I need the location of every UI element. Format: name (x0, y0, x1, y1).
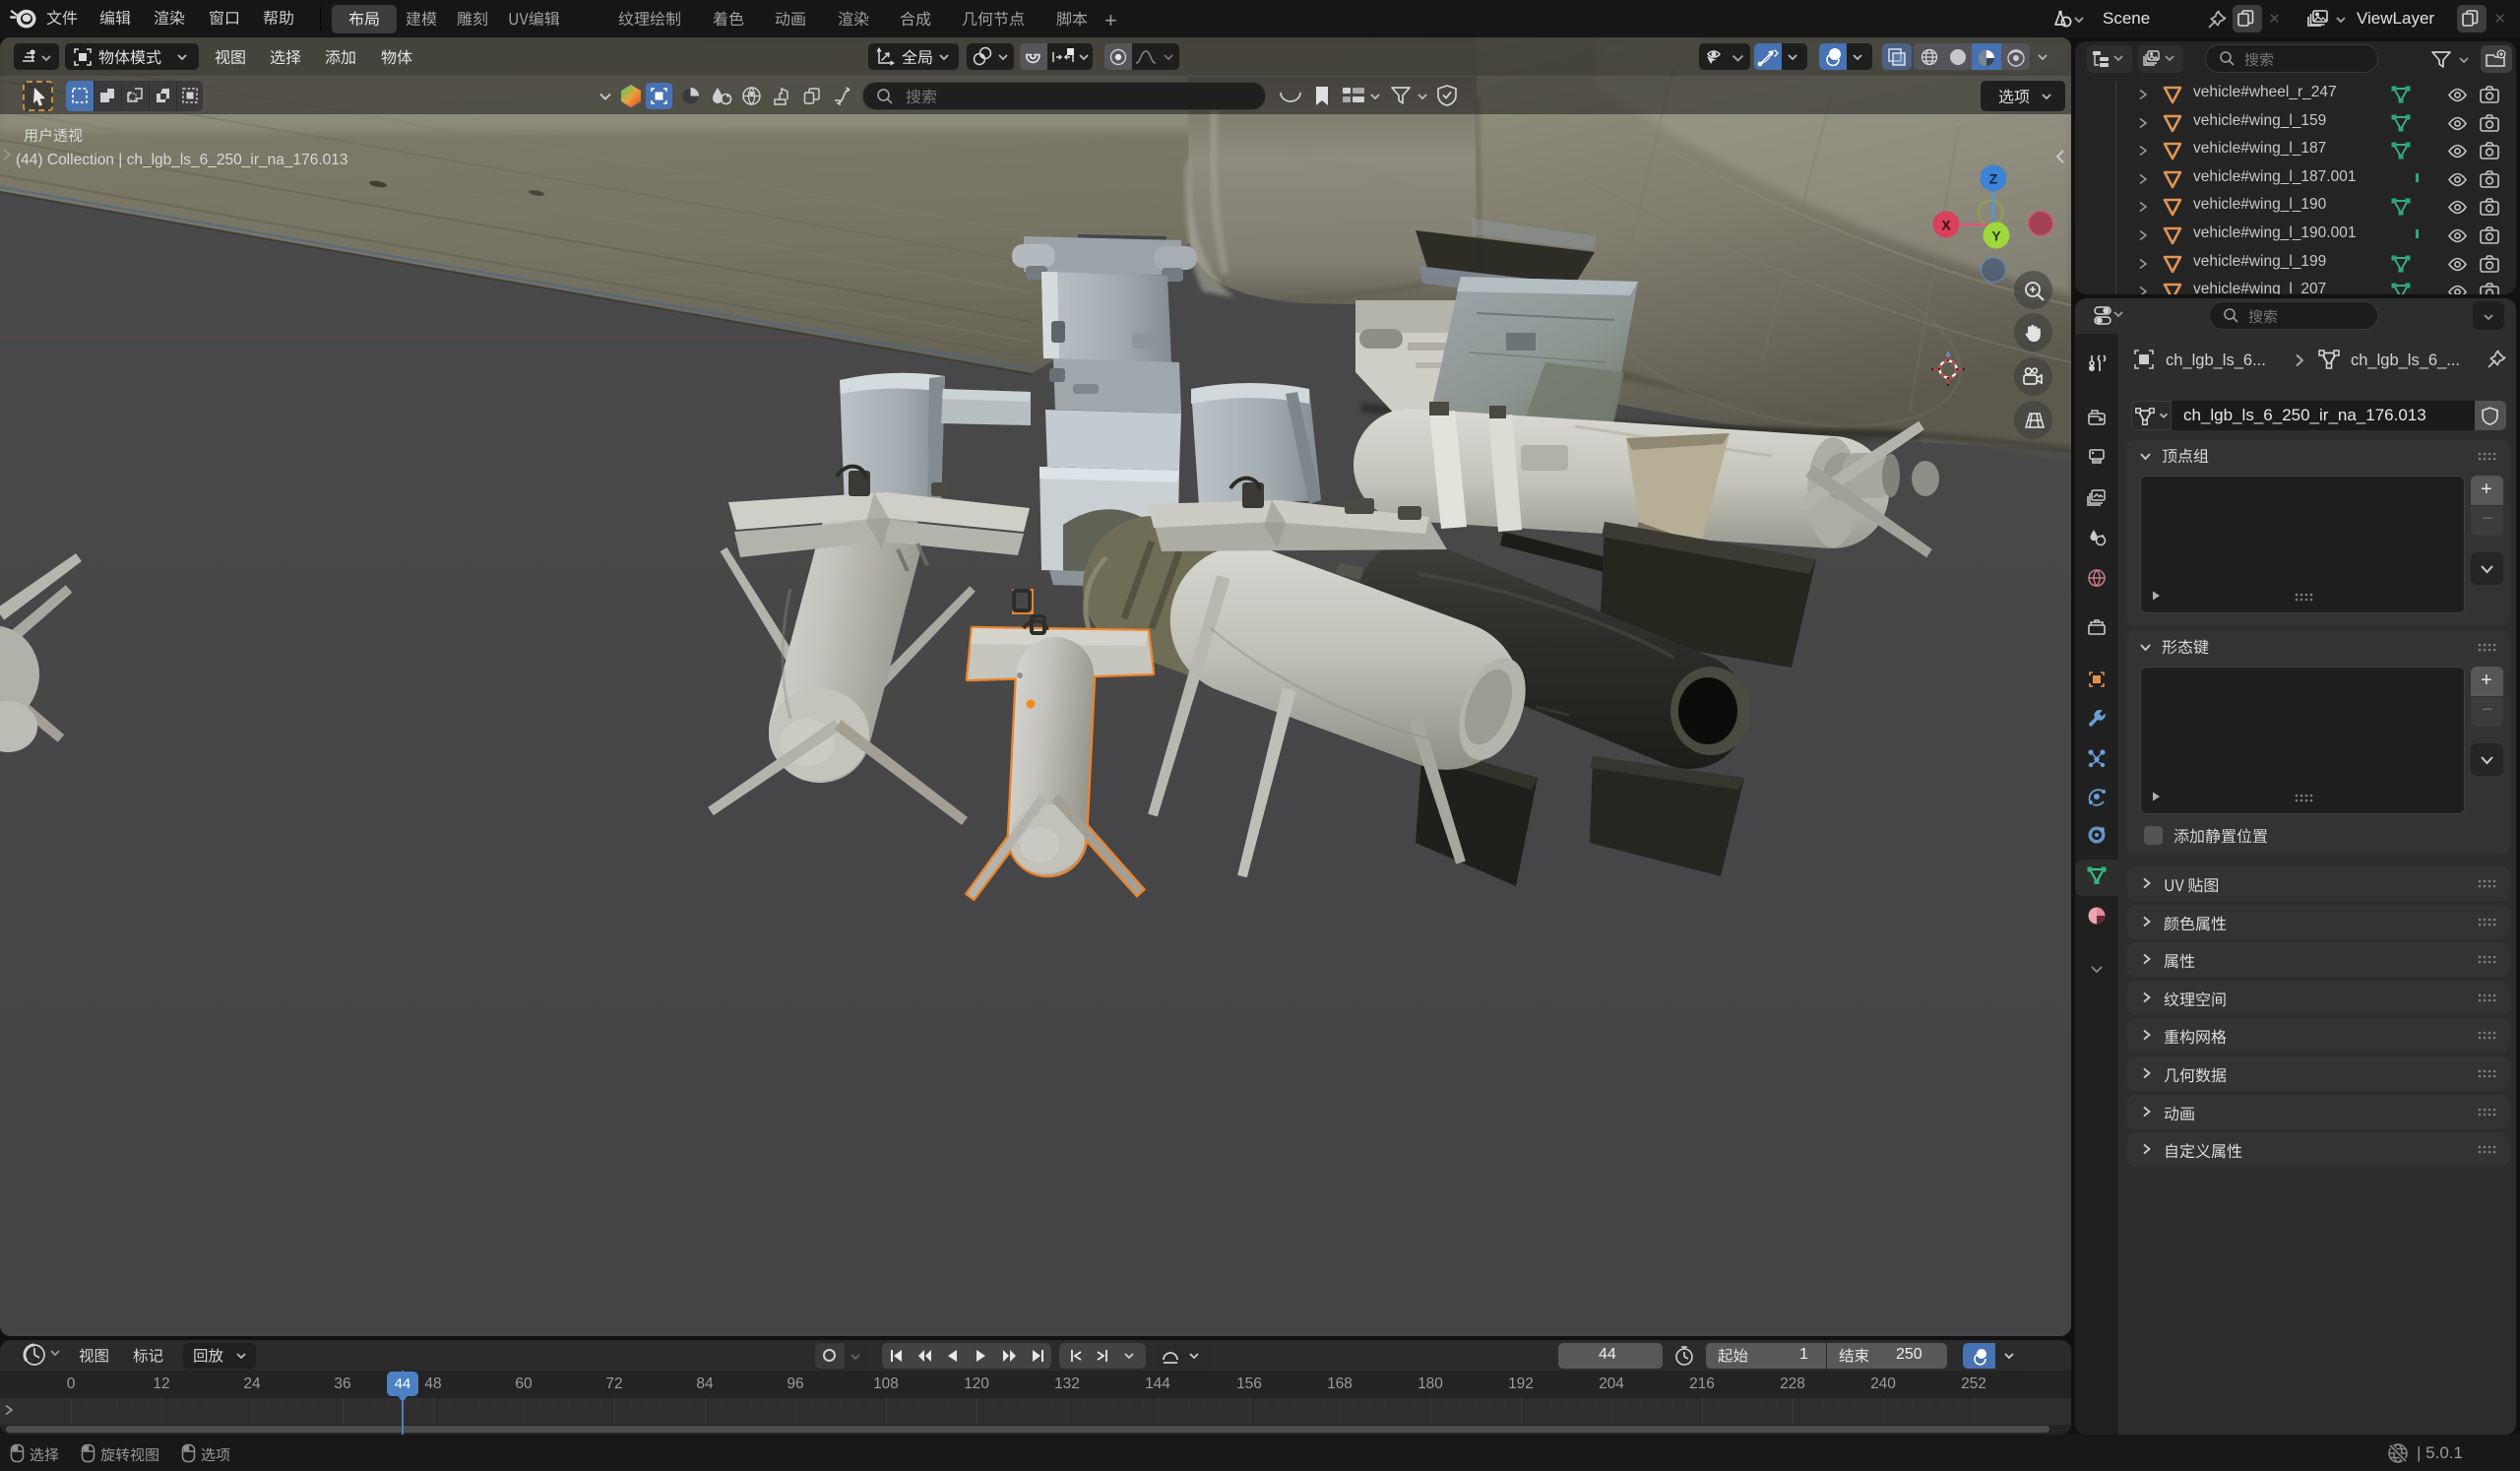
svg-text:Z: Z (1989, 171, 1998, 187)
svg-text:Y: Y (1991, 228, 2001, 244)
svg-text:X: X (1941, 218, 1951, 233)
